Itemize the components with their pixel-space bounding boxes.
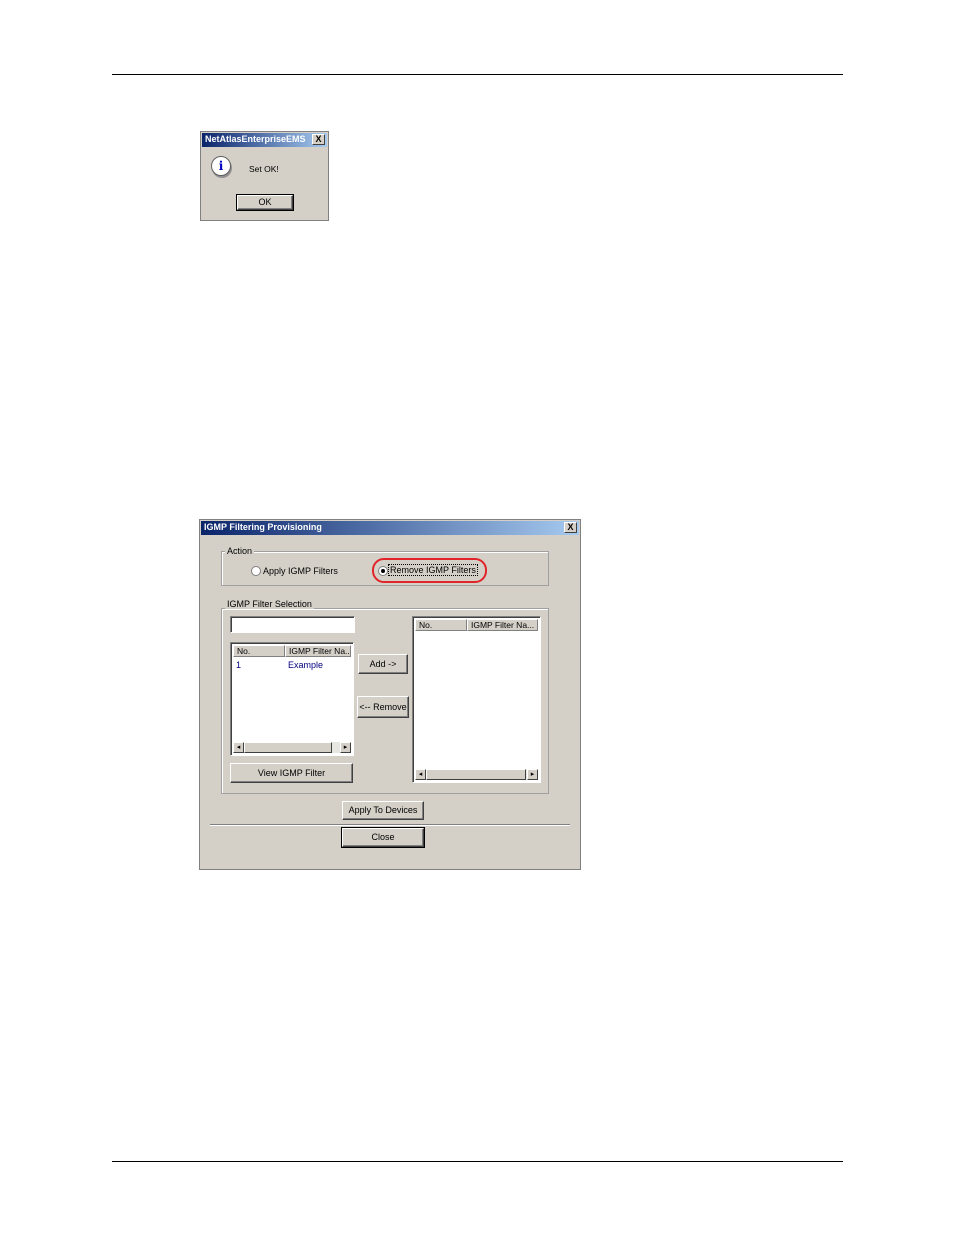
scroll-left-icon[interactable]: ◂ — [415, 769, 426, 780]
apply-filters-label[interactable]: Apply IGMP Filters — [263, 566, 338, 576]
column-header-no[interactable]: No. — [415, 619, 467, 631]
remove-filters-label[interactable]: Remove IGMP Filters — [388, 564, 478, 576]
action-group-label: Action — [225, 546, 255, 556]
filter-search-input[interactable] — [230, 616, 355, 633]
dialog-title: IGMP Filtering Provisioning — [204, 522, 322, 532]
message-box-title: NetAtlasEnterpriseEMS — [205, 134, 306, 144]
selected-filters-list[interactable]: No. IGMP Filter Na... ◂ ▸ — [412, 616, 541, 783]
info-icon-glyph: i — [218, 159, 224, 173]
available-filters-list[interactable]: No. IGMP Filter Na... 1 Example ◂ ▸ — [230, 642, 354, 756]
header-rule — [112, 74, 843, 75]
info-icon: i — [211, 156, 231, 176]
scroll-thumb[interactable] — [244, 742, 332, 753]
list-item-no[interactable]: 1 — [236, 660, 241, 670]
remove-filters-radio[interactable] — [378, 566, 388, 576]
scroll-thumb[interactable] — [426, 769, 526, 780]
apply-to-devices-button[interactable]: Apply To Devices — [342, 801, 424, 820]
scroll-right-icon[interactable]: ▸ — [527, 769, 538, 780]
message-box-titlebar: NetAtlasEnterpriseEMS X — [202, 133, 327, 147]
dialog-titlebar: IGMP Filtering Provisioning X — [201, 521, 579, 535]
igmp-dialog: IGMP Filtering Provisioning X Action App… — [199, 519, 581, 870]
horizontal-scrollbar[interactable]: ◂ ▸ — [233, 742, 351, 753]
scroll-right-icon[interactable]: ▸ — [340, 742, 351, 753]
column-header-no[interactable]: No. — [233, 645, 285, 657]
horizontal-scrollbar[interactable]: ◂ ▸ — [415, 769, 538, 780]
add-button[interactable]: Add -> — [358, 654, 408, 674]
scroll-left-icon[interactable]: ◂ — [233, 742, 244, 753]
footer-rule — [112, 1161, 843, 1162]
column-header-filter-name[interactable]: IGMP Filter Na... — [285, 645, 351, 657]
list-item-name[interactable]: Example — [288, 660, 323, 670]
ok-button[interactable]: OK — [236, 194, 294, 211]
view-filter-button[interactable]: View IGMP Filter — [230, 763, 353, 783]
close-icon[interactable]: X — [312, 134, 325, 145]
remove-button[interactable]: <-- Remove — [357, 696, 409, 718]
apply-filters-radio[interactable] — [251, 566, 261, 576]
message-text: Set OK! — [249, 164, 279, 174]
message-box: NetAtlasEnterpriseEMS X i Set OK! OK — [200, 131, 329, 221]
column-header-filter-name[interactable]: IGMP Filter Na... — [467, 619, 538, 631]
close-icon[interactable]: X — [564, 522, 577, 533]
close-button[interactable]: Close — [341, 827, 425, 848]
dialog-separator — [210, 824, 570, 826]
selection-group-label: IGMP Filter Selection — [225, 599, 314, 609]
